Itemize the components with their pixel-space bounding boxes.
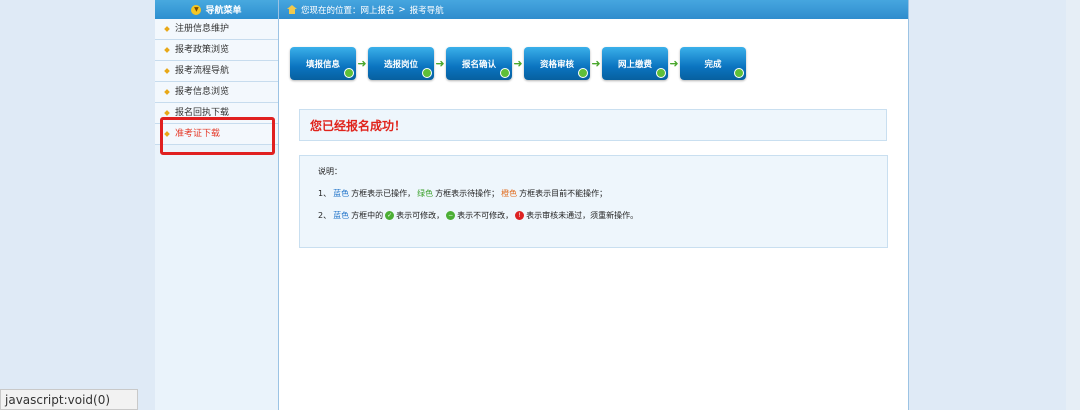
status-icon (734, 68, 744, 78)
sidebar: ▼ 导航菜单 注册信息维护 报考政策浏览 报考流程导航 报考信息浏览 报名回执下… (155, 0, 279, 410)
main-panel: 您现在的位置：网上报名 > 报考导航 填报信息 ➜ 选报岗位 ➜ 报名确认 ➜ … (279, 0, 909, 410)
blue-word: 蓝色 (333, 211, 350, 220)
status-icon (344, 68, 354, 78)
bullet-icon (164, 68, 170, 74)
sidebar-item-label: 注册信息维护 (175, 24, 230, 34)
note-text: 表示不可修改， (457, 211, 514, 220)
sidebar-item-label: 报考流程导航 (175, 66, 230, 76)
step-review[interactable]: 资格审核 (524, 47, 590, 80)
step-bar: 填报信息 ➜ 选报岗位 ➜ 报名确认 ➜ 资格审核 ➜ 网上缴费 ➜ 完成 (290, 47, 746, 80)
note-text: 表示可修改， (396, 211, 445, 220)
step-label: 完成 (704, 59, 722, 70)
bullet-icon (164, 26, 170, 32)
edit-icon: ✓ (385, 211, 395, 220)
note-text: 方框表示已操作， (351, 189, 416, 198)
step-confirm[interactable]: 报名确认 (446, 47, 512, 80)
sidebar-item-process[interactable]: 报考流程导航 (155, 61, 278, 82)
bullet-icon (164, 47, 170, 53)
highlight-box (160, 117, 275, 155)
notes-panel: 说明： 1、 蓝色 方框表示已操作， 绿色 方框表示待操作； 橙色 方框表示目前… (299, 155, 888, 248)
breadcrumb-prefix: 您现在的位置：网上报名 (301, 5, 395, 16)
step-label: 资格审核 (539, 59, 574, 70)
nav-header: ▼ 导航菜单 (155, 0, 278, 19)
step-select-post[interactable]: 选报岗位 (368, 47, 434, 80)
status-icon (500, 68, 510, 78)
arrow-right-icon: ➜ (669, 57, 679, 70)
step-fill-info[interactable]: 填报信息 (290, 47, 356, 80)
arrow-right-icon: ➜ (513, 57, 523, 70)
error-icon: ! (515, 211, 525, 220)
step-label: 填报信息 (305, 59, 340, 70)
breadcrumb: 您现在的位置：网上报名 > 报考导航 (279, 0, 908, 19)
success-message: 您已经报名成功！ (310, 118, 407, 133)
locked-icon: − (446, 211, 456, 220)
bullet-icon (164, 89, 170, 95)
bullet-icon (164, 110, 170, 116)
note-line-2: 2、 蓝色 方框中的 ✓ 表示可修改， − 表示不可修改， ! 表示审核未通过，… (318, 210, 887, 221)
orange-word: 橙色 (501, 189, 518, 198)
chevron-down-icon: ▼ (191, 4, 202, 15)
blue-word: 蓝色 (333, 189, 350, 198)
note-text: 方框中的 (351, 211, 384, 220)
nav-header-title: 导航菜单 (205, 6, 242, 16)
status-icon (656, 68, 666, 78)
note-text: 表示审核未通过，须重新操作。 (526, 211, 639, 220)
arrow-right-icon: ➜ (357, 57, 367, 70)
success-banner: 您已经报名成功！ (299, 109, 887, 141)
note-text: 方框表示待操作； (435, 189, 500, 198)
arrow-right-icon: ➜ (435, 57, 445, 70)
breadcrumb-current: 报考导航 (409, 5, 444, 16)
step-complete[interactable]: 完成 (680, 47, 746, 80)
green-word: 绿色 (417, 189, 434, 198)
arrow-right-icon: ➜ (591, 57, 601, 70)
note-number: 2、 (318, 211, 332, 220)
status-icon (422, 68, 432, 78)
note-number: 1、 (318, 189, 332, 198)
sidebar-item-label: 报考政策浏览 (175, 45, 230, 55)
step-label: 网上缴费 (617, 59, 652, 70)
status-icon (578, 68, 588, 78)
note-line-1: 1、 蓝色 方框表示已操作， 绿色 方框表示待操作； 橙色 方框表示目前不能操作… (318, 188, 887, 199)
page-scrollbar[interactable] (1066, 0, 1080, 410)
note-text: 方框表示目前不能操作； (519, 189, 608, 198)
browser-status-bar: javascript:void(0) (0, 389, 138, 410)
step-label: 选报岗位 (383, 59, 418, 70)
sidebar-item-register-info[interactable]: 注册信息维护 (155, 19, 278, 40)
sidebar-item-info[interactable]: 报考信息浏览 (155, 82, 278, 103)
step-payment[interactable]: 网上缴费 (602, 47, 668, 80)
sidebar-item-label: 报考信息浏览 (175, 87, 230, 97)
sidebar-item-policy[interactable]: 报考政策浏览 (155, 40, 278, 61)
breadcrumb-separator: > (398, 4, 406, 15)
notes-title: 说明： (318, 167, 342, 176)
home-icon (287, 5, 297, 14)
step-label: 报名确认 (461, 59, 496, 70)
